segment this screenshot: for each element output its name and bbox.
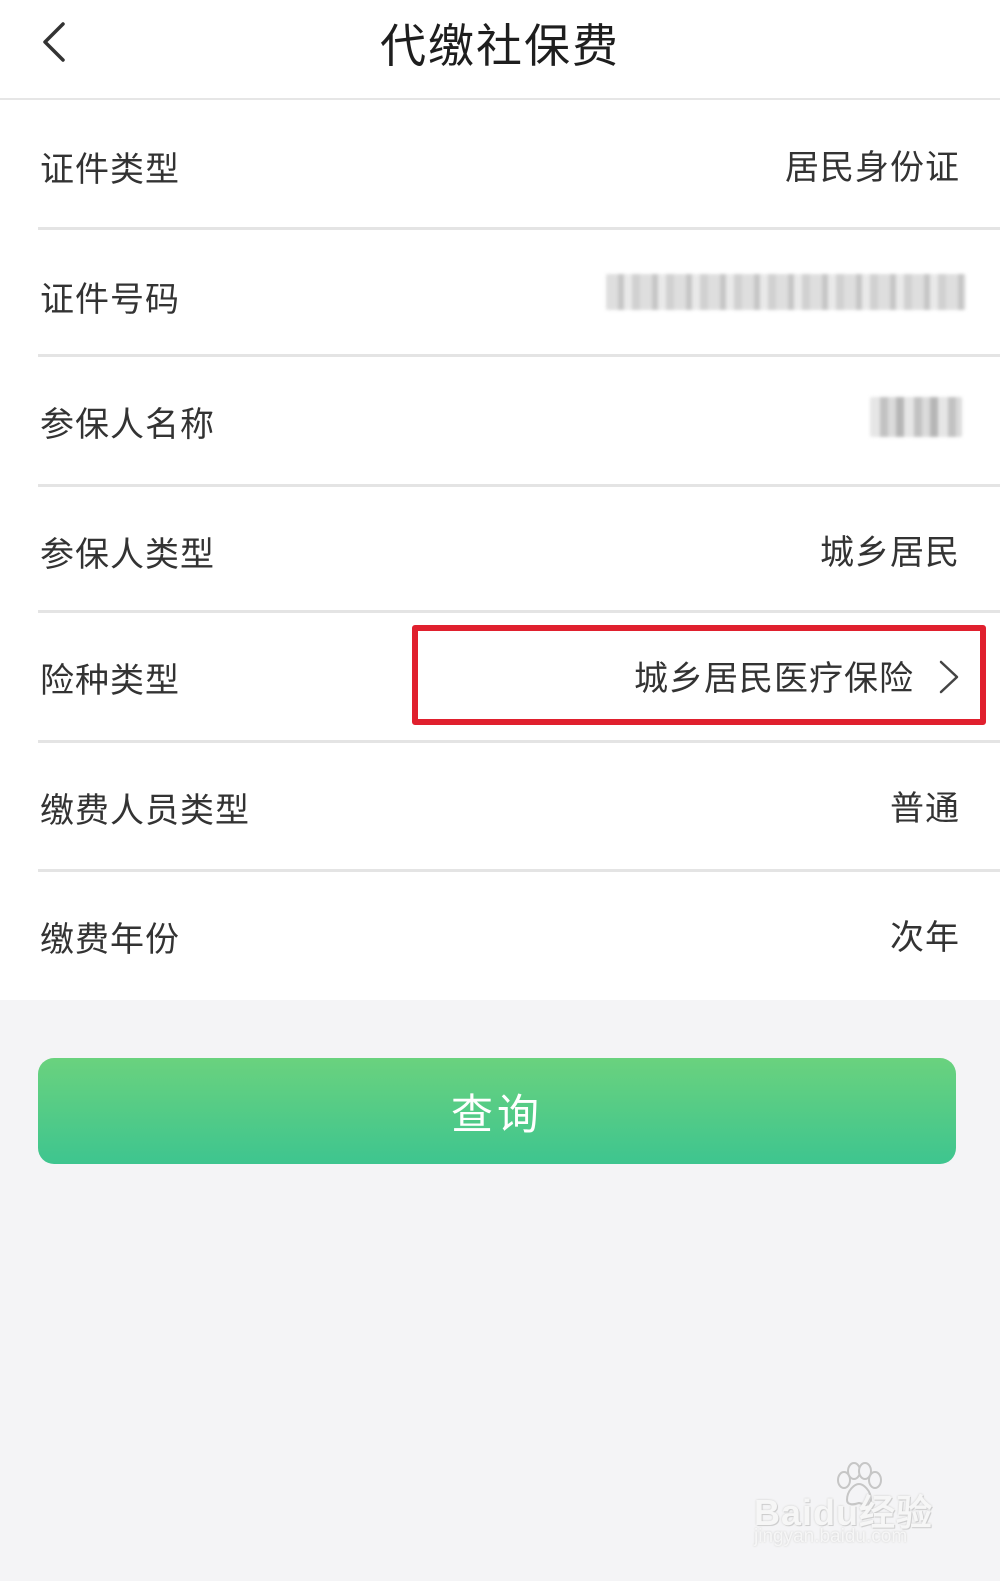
row-value: 次年 [890, 918, 960, 958]
row-label: 险种类型 [40, 661, 180, 701]
row-label: 参保人名称 [40, 405, 215, 445]
row-id-type: 证件类型 居民身份证 [0, 100, 1000, 228]
row-label: 缴费人员类型 [40, 791, 250, 831]
row-label: 证件类型 [40, 150, 180, 190]
row-insured-name: 参保人名称 [0, 357, 1000, 485]
highlight-box [412, 625, 986, 725]
row-label: 缴费年份 [40, 920, 180, 960]
insured-name-redacted [870, 397, 962, 437]
watermark-sub: jingyan.baidu.com [754, 1526, 908, 1547]
row-id-number: 证件号码 [0, 230, 1000, 354]
row-payer-type: 缴费人员类型 普通 [0, 743, 1000, 869]
query-button-label: 查询 [450, 1089, 543, 1139]
row-value: 普通 [890, 789, 960, 829]
form-panel: 证件类型 居民身份证 证件号码 参保人名称 参保人类型 城乡居民 险种类型 城乡… [0, 100, 1000, 1000]
row-insured-type: 参保人类型 城乡居民 [0, 487, 1000, 611]
query-button[interactable]: 查询 [38, 1058, 956, 1164]
page-title: 代缴社保费 [380, 19, 620, 73]
row-label: 参保人类型 [40, 535, 215, 575]
page: 代缴社保费 证件类型 居民身份证 证件号码 参保人名称 参保人类型 城乡居民 险… [0, 0, 1000, 1581]
row-label: 证件号码 [40, 280, 180, 320]
row-payment-year: 缴费年份 次年 [0, 872, 1000, 1000]
row-value: 居民身份证 [785, 148, 960, 188]
baidu-watermark: Baidu经验 jingyan.baidu.com [754, 1462, 944, 1552]
id-number-redacted [606, 274, 966, 310]
header-bar: 代缴社保费 [0, 0, 1000, 100]
row-value: 城乡居民 [820, 533, 960, 573]
